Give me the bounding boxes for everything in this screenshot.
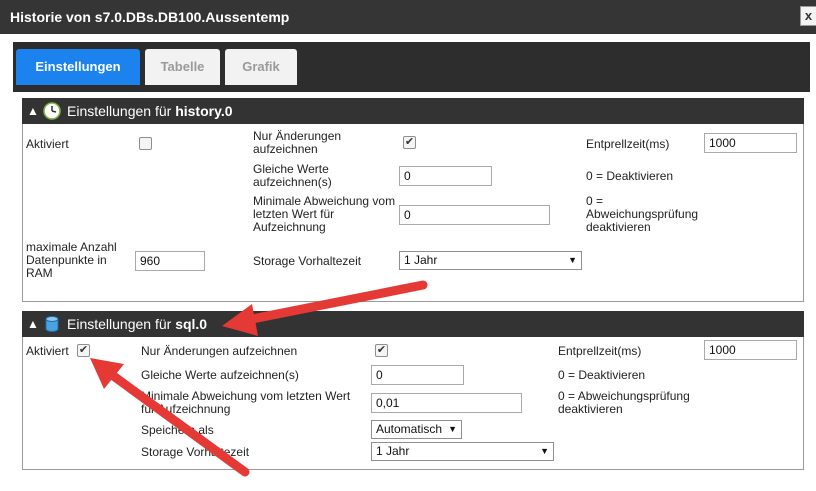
sql-store-as-select[interactable]: Automatisch ▼: [371, 420, 462, 439]
sql-store-as-value: Automatisch: [376, 422, 443, 436]
history-max-ram-label: maximale Anzahl Datenpunkte in RAM: [26, 240, 117, 280]
sql-min-deviation-hint: 0 = Abweichungsprüfung deaktivieren: [558, 389, 690, 416]
tab-tabelle[interactable]: Tabelle: [145, 49, 220, 85]
history-section-title: Einstellungen für history.0: [67, 103, 233, 119]
database-icon: [45, 316, 59, 332]
history-max-ram-input[interactable]: [135, 251, 205, 271]
dialog-titlebar: Historie von s7.0.DBs.DB100.Aussentemp: [0, 0, 816, 34]
sql-same-values-hint: 0 = Deaktivieren: [558, 368, 646, 382]
sql-retention-select[interactable]: 1 Jahr ▼: [371, 442, 554, 461]
sql-same-values-label: Gleiche Werte aufzeichnen(s): [141, 368, 299, 382]
sql-changes-only-checkbox[interactable]: ✔: [375, 344, 388, 357]
sql-enabled-label: Aktiviert: [26, 344, 69, 358]
history-settings-panel: Aktiviert Nur Änderungen aufzeichnen ✔ E…: [22, 124, 804, 302]
sql-same-values-input[interactable]: [371, 365, 464, 385]
close-button[interactable]: x: [800, 6, 816, 26]
history-enabled-label: Aktiviert: [26, 137, 69, 151]
history-changes-only-checkbox[interactable]: ✔: [403, 136, 416, 149]
collapse-toggle-icon[interactable]: ▲: [27, 311, 39, 337]
dialog-title: Historie von s7.0.DBs.DB100.Aussentemp: [10, 9, 290, 25]
history-same-values-label: Gleiche Werte aufzeichnen(s): [253, 162, 332, 189]
history-enabled-checkbox[interactable]: [139, 137, 152, 150]
history-debounce-input[interactable]: [704, 133, 797, 153]
tab-grafik[interactable]: Grafik: [225, 49, 297, 85]
sql-min-deviation-input[interactable]: [371, 393, 522, 413]
history-min-deviation-input[interactable]: [399, 205, 550, 225]
sql-settings-panel: Aktiviert ✔ Nur Änderungen aufzeichnen ✔…: [22, 337, 804, 470]
tab-einstellungen[interactable]: Einstellungen: [16, 49, 140, 85]
history-same-values-input[interactable]: [399, 166, 492, 186]
sql-section-header[interactable]: ▲ Einstellungen für sql.0: [22, 311, 804, 337]
sql-retention-value: 1 Jahr: [376, 444, 410, 458]
chevron-down-icon: ▼: [568, 255, 577, 265]
sql-section-title: Einstellungen für sql.0: [67, 316, 208, 332]
sql-debounce-label: Entprellzeit(ms): [558, 344, 642, 358]
tab-bar: Einstellungen Tabelle Grafik: [13, 42, 810, 92]
sql-debounce-input[interactable]: [704, 340, 797, 360]
sql-store-as-label: Speichern als: [141, 423, 214, 437]
chevron-down-icon: ▼: [448, 424, 457, 434]
history-retention-value: 1 Jahr: [404, 253, 438, 267]
chevron-down-icon: ▼: [540, 446, 549, 456]
clock-icon: [43, 102, 61, 120]
sql-changes-only-label: Nur Änderungen aufzeichnen: [141, 344, 298, 358]
history-min-deviation-hint: 0 = Abweichungsprüfung deaktivieren: [586, 194, 699, 234]
dialog-content: Einstellungen Tabelle Grafik ▲ Einstellu…: [0, 34, 816, 491]
history-min-deviation-label: Minimale Abweichung vom letzten Wert für…: [253, 194, 396, 234]
history-changes-only-label: Nur Änderungen aufzeichnen: [253, 129, 342, 156]
collapse-toggle-icon[interactable]: ▲: [27, 98, 39, 124]
history-debounce-label: Entprellzeit(ms): [586, 137, 670, 151]
sql-enabled-checkbox[interactable]: ✔: [77, 344, 90, 357]
sql-min-deviation-label: Minimale Abweichung vom letzten Wert für…: [141, 389, 351, 416]
history-section-header[interactable]: ▲ Einstellungen für history.0: [22, 98, 804, 124]
history-same-values-hint: 0 = Deaktivieren: [586, 169, 674, 183]
history-retention-select[interactable]: 1 Jahr ▼: [399, 251, 582, 270]
history-retention-label: Storage Vorhaltezeit: [253, 254, 362, 268]
sql-retention-label: Storage Vorhaltezeit: [141, 445, 250, 459]
